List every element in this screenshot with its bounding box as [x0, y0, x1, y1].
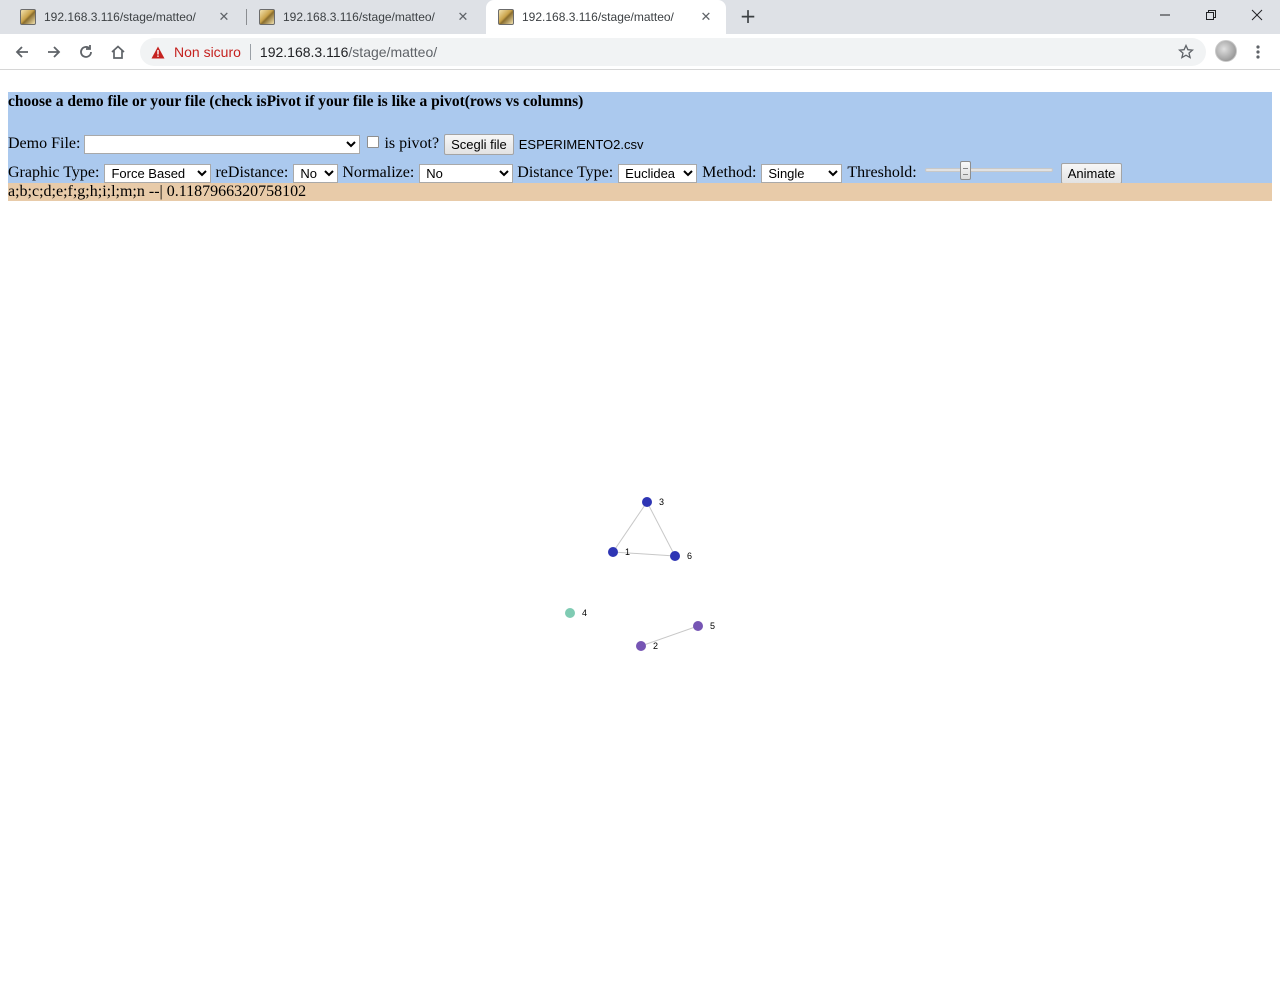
force-graph: 3 1 6 4 5 2	[565, 497, 715, 651]
graph-node-4[interactable]	[565, 608, 575, 618]
graph-link-1-6	[612, 551, 676, 557]
graph-node-label-5: 5	[710, 621, 715, 631]
graph-node-label-1: 1	[625, 547, 630, 557]
graph-node-1[interactable]	[608, 547, 618, 557]
graph-links	[612, 501, 699, 647]
graph-node-label-4: 4	[582, 608, 587, 618]
graph-node-label-3: 3	[659, 497, 664, 507]
graph-node-5[interactable]	[693, 621, 703, 631]
graph-node-label-2: 2	[653, 641, 658, 651]
graph-link-3-6	[646, 501, 676, 557]
graph-link-5-2	[640, 625, 699, 647]
graph-node-label-6: 6	[687, 551, 692, 561]
graph-link-3-1	[612, 501, 648, 553]
graph-node-2[interactable]	[636, 641, 646, 651]
graph-node-6[interactable]	[670, 551, 680, 561]
graph-node-3[interactable]	[642, 497, 652, 507]
